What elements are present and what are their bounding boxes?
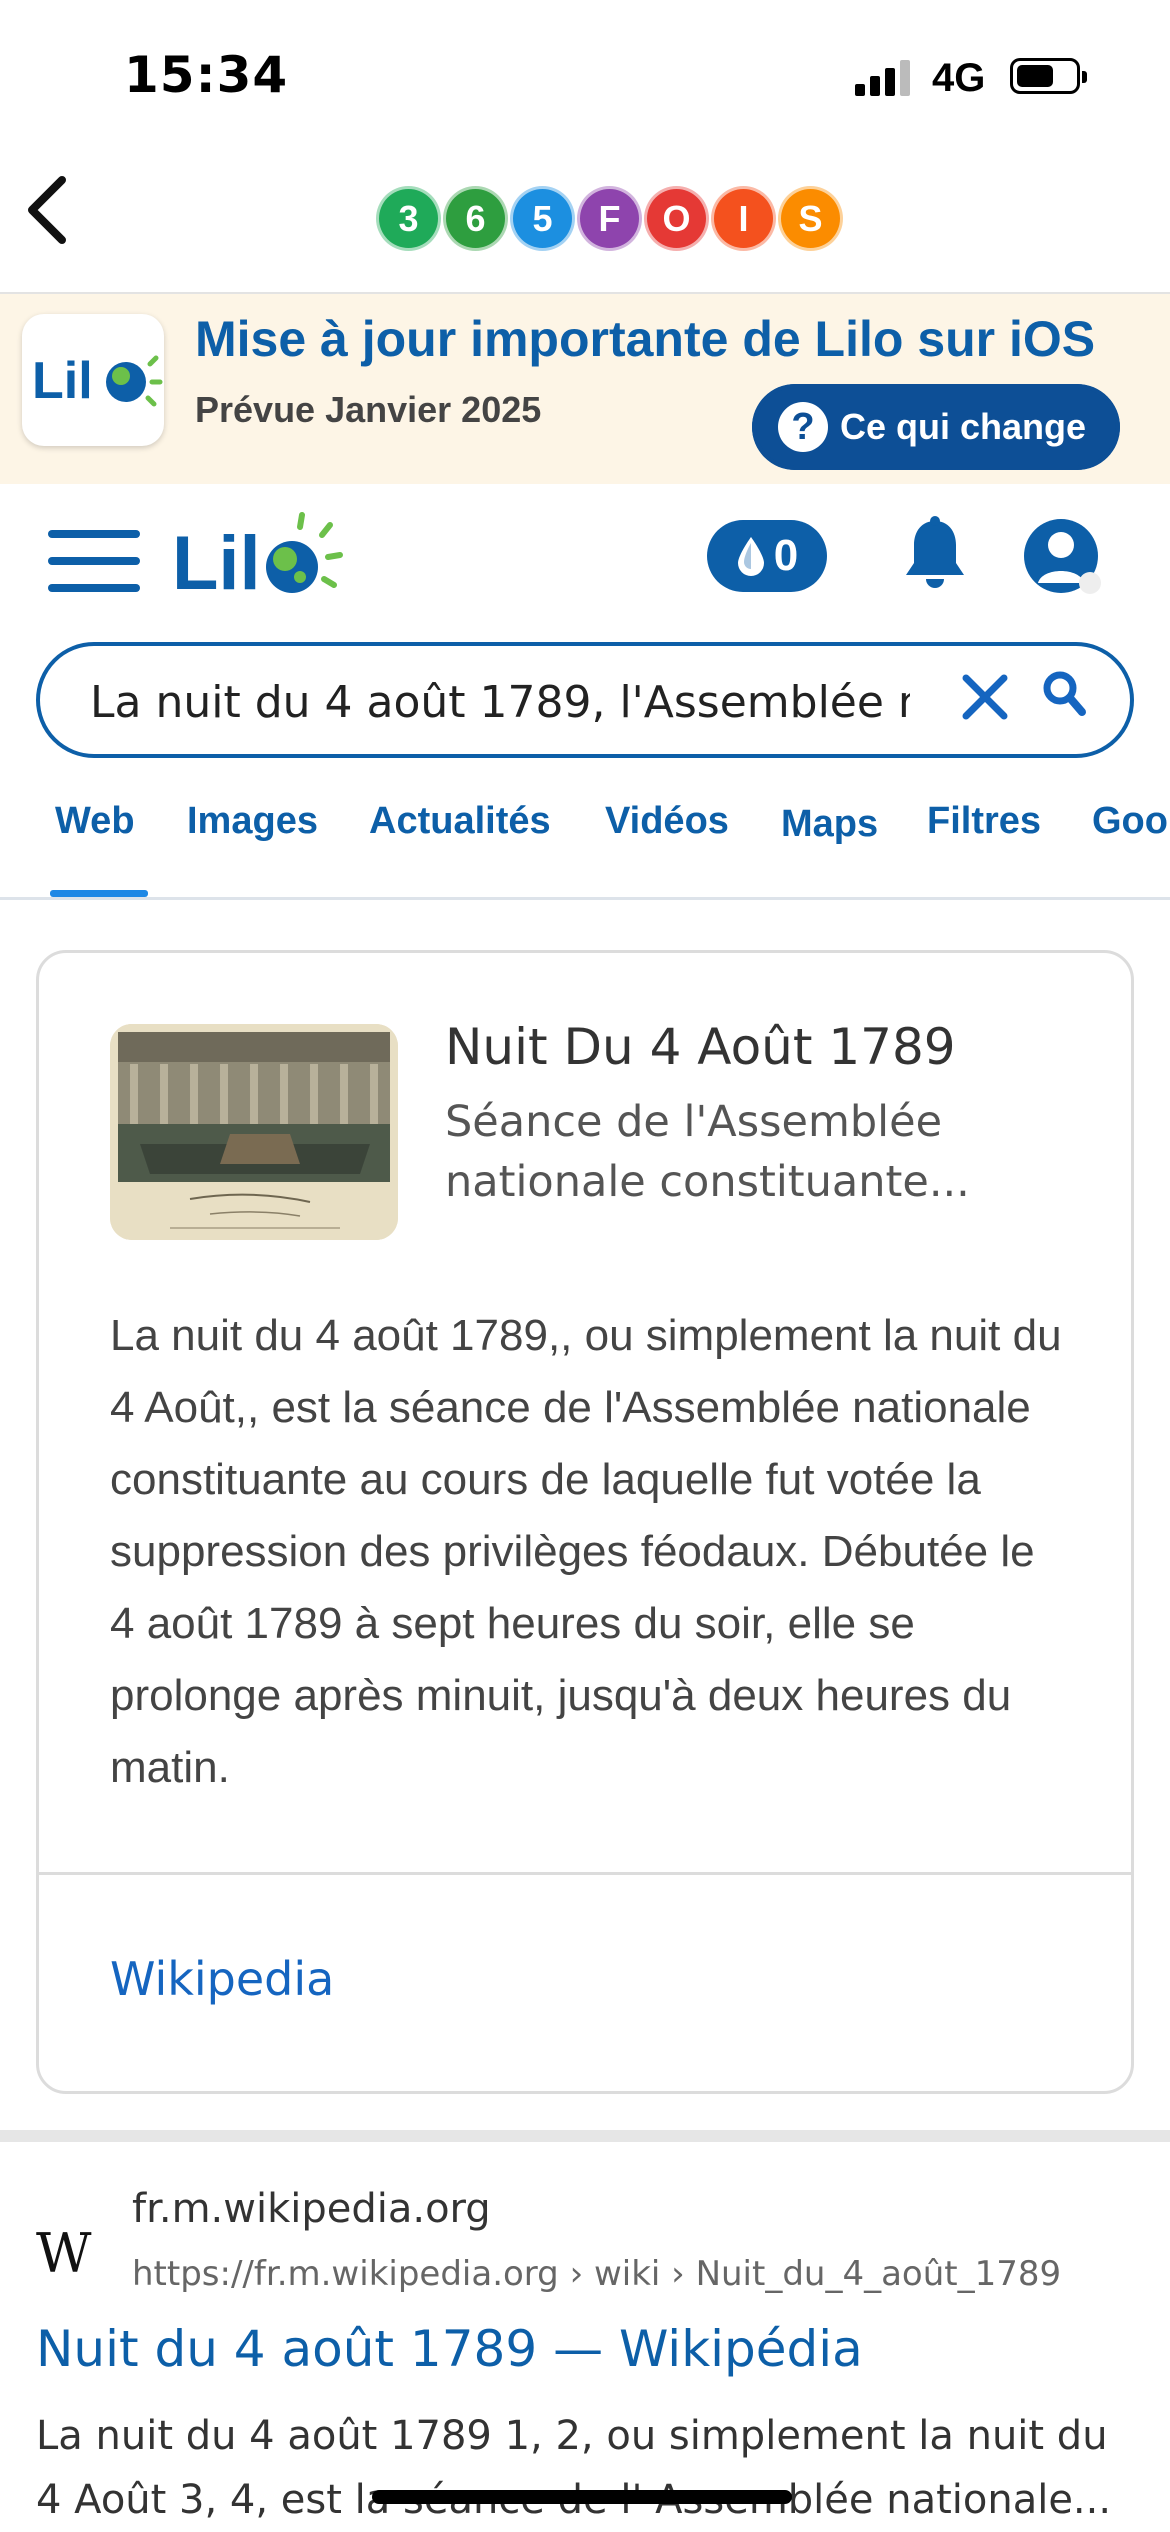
lilo-app-icon: Lil — [22, 314, 164, 446]
chevron-left-icon — [28, 176, 66, 244]
status-time: 15:34 — [124, 46, 289, 104]
drops-counter[interactable]: 0 — [707, 520, 827, 592]
question-icon: ? — [778, 402, 828, 452]
brand-letter: O — [644, 186, 709, 251]
result-title-link[interactable]: Nuit du 4 août 1789 — Wikipédia — [36, 2320, 863, 2378]
knowledge-card-title: Nuit Du 4 Août 1789 — [445, 1018, 956, 1076]
menu-button[interactable] — [48, 530, 140, 592]
notifications-bell-icon[interactable] — [900, 515, 970, 595]
divider — [39, 1872, 1131, 1875]
result-url: https://fr.m.wikipedia.org › wiki › Nuit… — [132, 2254, 1062, 2294]
result-snippet: La nuit du 4 août 1789 1, 2, ou simpleme… — [36, 2413, 1112, 2523]
tab-web[interactable]: Web — [55, 800, 135, 843]
brand-letter: 3 — [376, 186, 441, 251]
back-button[interactable] — [20, 170, 80, 250]
lilo-logo[interactable]: Lil — [170, 505, 350, 606]
clear-search-button[interactable] — [958, 668, 1012, 728]
tab-filters[interactable]: Filtres — [927, 800, 1041, 843]
wikipedia-icon: W — [36, 2222, 92, 2285]
tab-videos[interactable]: Vidéos — [605, 800, 729, 843]
banner-title: Mise à jour importante de Lilo sur iOS — [195, 311, 1096, 367]
tab-google[interactable]: Goo — [1092, 800, 1168, 843]
section-separator — [0, 2130, 1170, 2142]
battery-icon — [1010, 58, 1087, 94]
svg-text:Lil: Lil — [32, 352, 93, 410]
network-type: 4G — [932, 56, 986, 100]
what-changes-label: Ce qui change — [840, 406, 1087, 447]
knowledge-card-image[interactable] — [110, 1024, 398, 1240]
knowledge-card-description: La nuit du 4 août 1789,, ou simplement l… — [110, 1311, 1062, 1792]
brand-logo-365fois: 365FOIS — [376, 186, 843, 251]
drops-count: 0 — [773, 531, 799, 580]
what-changes-button[interactable]: ? Ce qui change — [752, 384, 1120, 470]
brand-letter: S — [778, 186, 843, 251]
brand-letter: 6 — [443, 186, 508, 251]
svg-text:Lil: Lil — [172, 521, 261, 605]
tab-images[interactable]: Images — [187, 800, 318, 843]
profile-avatar-icon[interactable] — [1020, 515, 1102, 597]
search-button[interactable] — [1040, 668, 1090, 728]
knowledge-card-subtitle: Séance de l'Assemblée nationale constitu… — [445, 1097, 970, 1207]
search-icon — [1043, 671, 1086, 716]
brand-letter: F — [577, 186, 642, 251]
search-input[interactable] — [90, 672, 910, 732]
signal-icon — [855, 58, 913, 96]
close-icon — [962, 674, 1008, 720]
active-tab-indicator — [50, 890, 148, 897]
divider — [0, 897, 1170, 900]
water-drop-icon — [737, 537, 764, 576]
brand-letter: I — [711, 186, 776, 251]
result-domain: fr.m.wikipedia.org — [132, 2186, 491, 2232]
brand-letter: 5 — [510, 186, 575, 251]
home-indicator — [372, 2490, 792, 2504]
tab-maps[interactable]: Maps — [781, 803, 878, 846]
tab-news[interactable]: Actualités — [369, 800, 551, 843]
knowledge-card-source-link[interactable]: Wikipedia — [110, 1952, 334, 2006]
banner-subtitle: Prévue Janvier 2025 — [195, 389, 542, 430]
